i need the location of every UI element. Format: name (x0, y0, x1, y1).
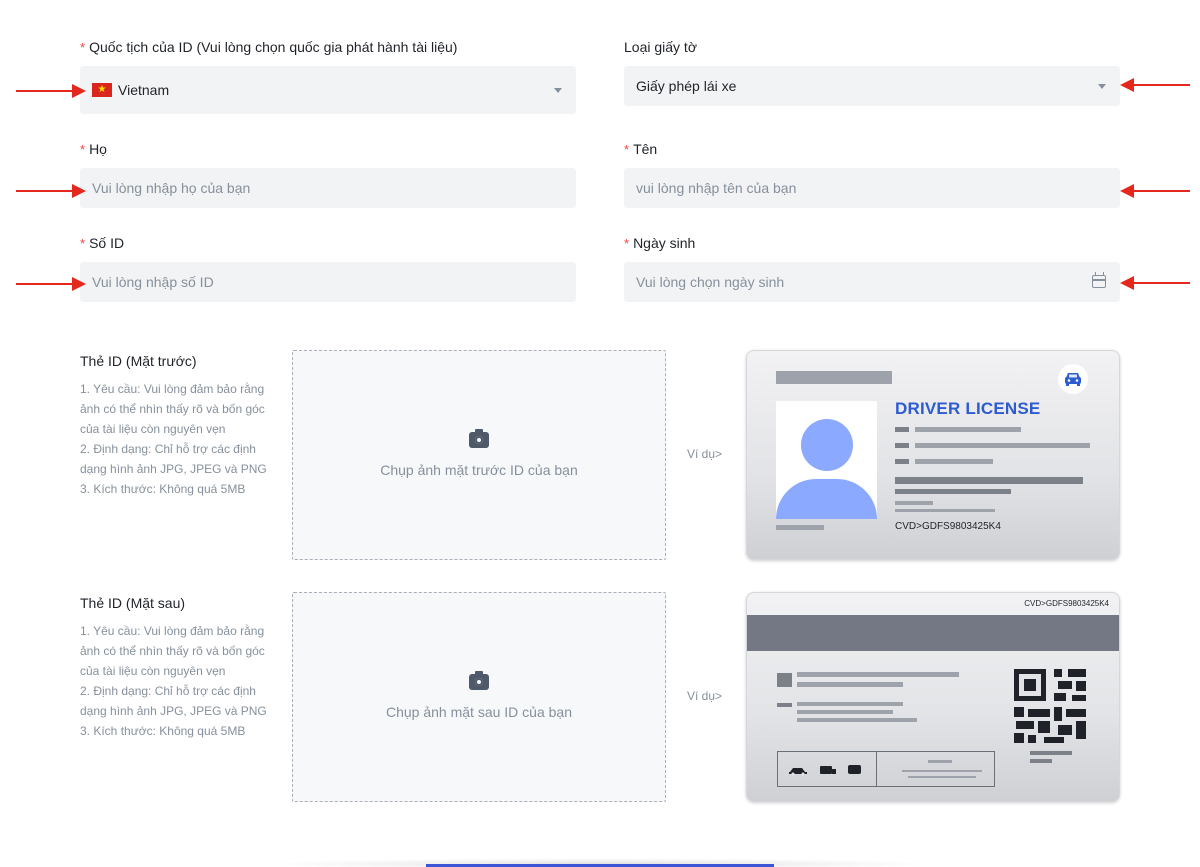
back-requirement-3: 3. Kích thước: Không quá 5MB (80, 724, 246, 738)
last-name-input[interactable]: Vui lòng nhập họ của bạn (80, 168, 576, 208)
required-mark: * (624, 142, 630, 157)
first-name-label: * Tên (624, 141, 658, 157)
qr-code (1014, 669, 1088, 743)
photo-placeholder (776, 401, 877, 519)
card-code: CVD>GDFS9803425K4 (895, 521, 1001, 532)
back-card-code: CVD>GDFS9803425K4 (1024, 599, 1109, 608)
arrow-left-icon (1120, 276, 1190, 290)
arrow-left-icon (1120, 78, 1190, 92)
doc-type-select[interactable]: Giấy phép lái xe (624, 66, 1120, 106)
back-section-title: Thẻ ID (Mặt sau) (80, 595, 186, 611)
chevron-down-icon (1098, 84, 1106, 89)
doc-type-value: Giấy phép lái xe (636, 78, 737, 94)
back-requirement-1: 1. Yêu cầu: Vui lòng đảm bảo rằng ảnh có… (80, 624, 265, 678)
birth-date-placeholder: Vui lòng chọn ngày sinh (636, 274, 785, 290)
chevron-down-icon (554, 88, 562, 93)
back-card-sample: CVD>GDFS9803425K4 (746, 592, 1120, 802)
camera-icon (469, 671, 489, 690)
back-requirement-2: 2. Định dạng: Chỉ hỗ trợ các định dạng h… (80, 684, 267, 718)
back-example-label: Ví dụ> (687, 689, 723, 703)
nationality-value: Vietnam (118, 82, 170, 98)
front-example-label: Ví dụ> (687, 447, 723, 461)
back-requirements: 1. Yêu cầu: Vui lòng đảm bảo rằng ảnh có… (80, 621, 272, 741)
birth-date-picker[interactable]: Vui lòng chọn ngày sinh (624, 262, 1120, 302)
nationality-label: * Quốc tịch của ID (Vui lòng chọn quốc gi… (80, 39, 458, 55)
nationality-select[interactable]: ★ Vietnam (80, 66, 576, 114)
car-icon (1058, 364, 1088, 394)
id-number-label: * Số ID (80, 235, 125, 251)
back-upload-area[interactable]: Chụp ảnh mặt sau ID của bạn (292, 592, 666, 802)
vietnam-flag-icon: ★ (92, 83, 112, 97)
back-upload-text: Chụp ảnh mặt sau ID của bạn (385, 704, 572, 720)
id-number-placeholder: Vui lòng nhập số ID (92, 274, 214, 290)
front-upload-area[interactable]: Chụp ảnh mặt trước ID của bạn (292, 350, 666, 560)
required-mark: * (624, 236, 630, 251)
last-name-label: * Họ (80, 141, 107, 157)
last-name-placeholder: Vui lòng nhập họ của bạn (92, 180, 251, 196)
arrow-right-icon (16, 84, 86, 98)
doc-type-label: Loại giấy tờ (624, 39, 698, 55)
front-requirement-3: 3. Kích thước: Không quá 5MB (80, 482, 246, 496)
vehicle-class-box (777, 751, 995, 787)
card-title: DRIVER LICENSE (895, 399, 1041, 418)
arrow-left-icon (1120, 184, 1190, 198)
front-requirement-1: 1. Yêu cầu: Vui lòng đảm bảo rằng ảnh có… (80, 382, 265, 436)
required-mark: * (80, 236, 86, 251)
birth-date-label: * Ngày sinh (624, 235, 696, 251)
first-name-placeholder: vui lòng nhập tên của bạn (636, 180, 797, 196)
first-name-input[interactable]: vui lòng nhập tên của bạn (624, 168, 1120, 208)
id-number-input[interactable]: Vui lòng nhập số ID (80, 262, 576, 302)
front-upload-text: Chụp ảnh mặt trước ID của bạn (380, 462, 578, 478)
required-mark: * (80, 142, 86, 157)
arrow-right-icon (16, 277, 86, 291)
front-section-title: Thẻ ID (Mặt trước) (80, 353, 197, 369)
camera-icon (469, 429, 489, 448)
front-card-sample: DRIVER LICENSE CVD>GDFS9803425K4 (746, 350, 1120, 560)
front-requirement-2: 2. Định dạng: Chỉ hỗ trợ các định dạng h… (80, 442, 267, 476)
calendar-icon[interactable] (1092, 272, 1106, 288)
arrow-right-icon (16, 184, 86, 198)
front-requirements: 1. Yêu cầu: Vui lòng đảm bảo rằng ảnh có… (80, 379, 272, 499)
required-mark: * (80, 40, 86, 55)
